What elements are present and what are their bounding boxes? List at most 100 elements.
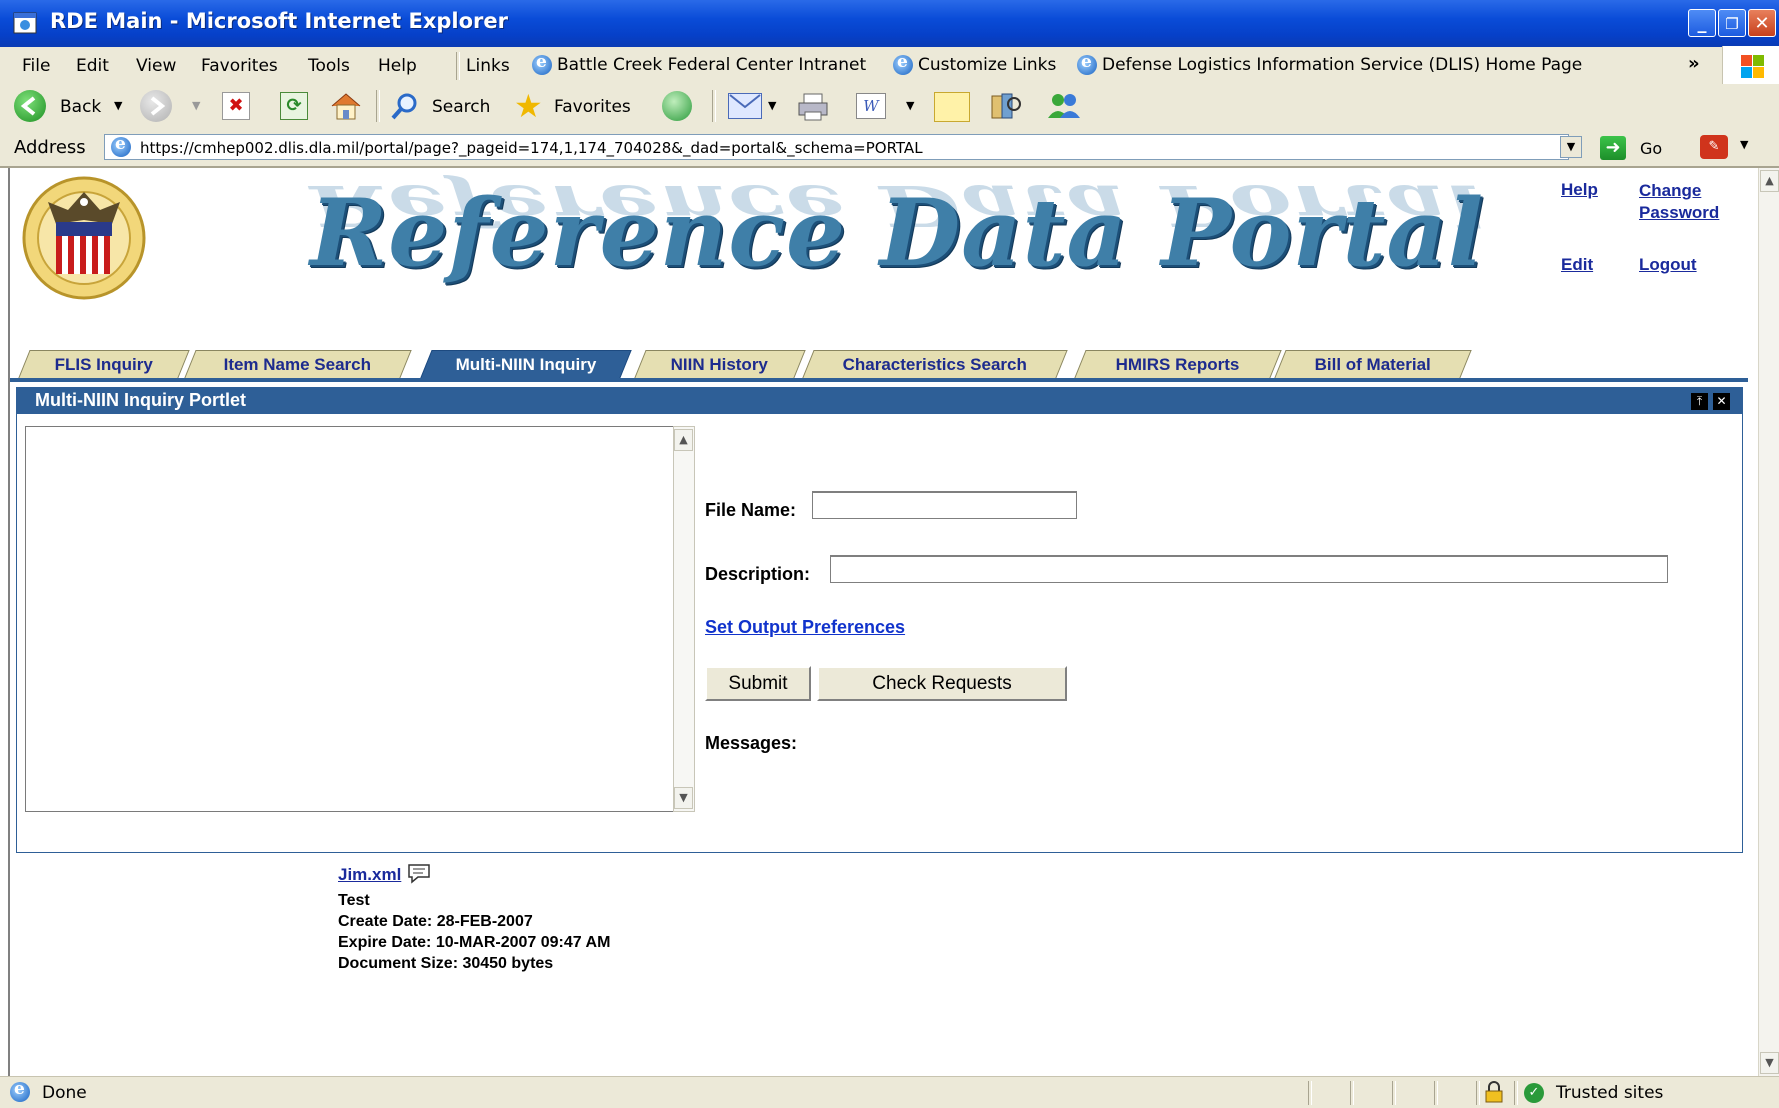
ie-window-icon[interactable] xyxy=(12,10,38,36)
history-icon[interactable] xyxy=(662,91,692,121)
portlet-collapse-icon[interactable]: ⤒ xyxy=(1691,393,1708,410)
submit-button[interactable]: Submit xyxy=(705,666,811,701)
tab-label: HMIRS Reports xyxy=(1115,355,1240,374)
link-dlis-home[interactable]: Defense Logistics Information Service (D… xyxy=(1077,52,1583,75)
textarea-scrollbar[interactable]: ▲ ▼ xyxy=(673,426,695,812)
acrobat-icon[interactable]: ✎ xyxy=(1700,135,1728,159)
check-requests-button[interactable]: Check Requests xyxy=(817,666,1067,701)
tab-underline xyxy=(10,378,1748,382)
description-input[interactable] xyxy=(830,555,1668,583)
favorites-star-icon[interactable]: ★ xyxy=(514,89,550,123)
scroll-down-icon[interactable]: ▼ xyxy=(1760,1052,1779,1074)
status-text: Done xyxy=(42,1083,87,1103)
forward-dropdown-icon[interactable]: ▼ xyxy=(192,99,200,112)
windows-logo-icon xyxy=(1722,46,1779,84)
dla-seal-logo xyxy=(22,176,146,300)
back-label[interactable]: Back xyxy=(60,97,101,117)
divider xyxy=(712,90,716,122)
ie-page-icon xyxy=(111,134,131,157)
restore-button[interactable]: ❐ xyxy=(1718,9,1746,37)
tab-characteristics-search[interactable]: Characteristics Search xyxy=(802,350,1068,378)
tab-bill-of-material[interactable]: Bill of Material xyxy=(1274,350,1472,378)
tab-flis-inquiry[interactable]: FLIS Inquiry xyxy=(18,350,190,378)
link-label: Battle Creek Federal Center Intranet xyxy=(557,55,867,75)
links-overflow-chevron-icon[interactable]: » xyxy=(1688,53,1700,74)
menu-view[interactable]: View xyxy=(136,56,176,76)
edit-dropdown-icon[interactable]: ▼ xyxy=(906,99,914,112)
search-icon[interactable] xyxy=(390,91,420,121)
divider xyxy=(1308,1081,1312,1105)
document-description: Test xyxy=(338,892,370,909)
link-label: Defense Logistics Information Service (D… xyxy=(1102,55,1583,75)
portlet-title: Multi-NIIN Inquiry Portlet xyxy=(35,390,246,410)
tab-label: Multi-NIIN Inquiry xyxy=(455,355,596,374)
home-icon[interactable] xyxy=(328,90,364,122)
go-button[interactable]: Go xyxy=(1640,139,1662,158)
menu-file[interactable]: File xyxy=(22,56,50,76)
tab-label: Item Name Search xyxy=(223,355,372,374)
menu-tools[interactable]: Tools xyxy=(308,56,350,76)
research-icon[interactable] xyxy=(988,90,1024,122)
page-scrollbar[interactable]: ▲ ▼ xyxy=(1758,168,1779,1076)
go-arrow-icon[interactable]: ➜ xyxy=(1600,136,1626,160)
set-output-preferences-link[interactable]: Set Output Preferences xyxy=(705,617,905,638)
ie-page-icon xyxy=(893,52,913,75)
niin-list-textarea[interactable] xyxy=(25,426,693,812)
search-label[interactable]: Search xyxy=(432,97,490,117)
document-create-date: Create Date: 28-FEB-2007 xyxy=(338,913,533,930)
messenger-icon[interactable] xyxy=(1044,90,1084,122)
standard-toolbar: Back ▼ ▼ ✖ ⟳ Search ★ Favorites ▼ W ▼ xyxy=(0,84,1779,129)
divider xyxy=(1476,1081,1480,1105)
document-file-link[interactable]: Jim.xml xyxy=(338,865,401,884)
print-icon[interactable] xyxy=(796,92,832,122)
acrobat-dropdown-icon[interactable]: ▼ xyxy=(1740,138,1748,151)
links-label[interactable]: Links xyxy=(466,56,510,76)
favorites-label[interactable]: Favorites xyxy=(554,97,631,117)
discuss-icon[interactable] xyxy=(934,92,970,122)
tab-item-name-search[interactable]: Item Name Search xyxy=(184,350,412,378)
portlet-close-icon[interactable]: ✕ xyxy=(1713,393,1730,410)
window-title: RDE Main - Microsoft Internet Explorer xyxy=(50,9,509,33)
edit-link[interactable]: Edit xyxy=(1561,255,1593,275)
scroll-up-icon[interactable]: ▲ xyxy=(1760,170,1779,192)
lock-icon[interactable] xyxy=(1484,1081,1504,1103)
tab-niin-history[interactable]: NIIN History xyxy=(634,350,806,378)
file-name-label: File Name: xyxy=(705,500,797,520)
tab-label: Characteristics Search xyxy=(842,355,1027,374)
address-field[interactable]: https://cmhep002.dlis.dla.mil/portal/pag… xyxy=(104,134,1569,160)
address-dropdown-icon[interactable]: ▼ xyxy=(1560,136,1582,158)
address-bar: Address https://cmhep002.dlis.dla.mil/po… xyxy=(0,128,1779,168)
link-battle-creek[interactable]: Battle Creek Federal Center Intranet xyxy=(532,52,867,75)
link-customize-links[interactable]: Customize Links xyxy=(893,52,1057,75)
help-link[interactable]: Help xyxy=(1561,180,1598,200)
menu-edit[interactable]: Edit xyxy=(76,56,109,76)
link-label: Customize Links xyxy=(918,55,1057,75)
file-name-input[interactable] xyxy=(812,491,1077,519)
mail-icon[interactable] xyxy=(728,93,762,119)
forward-arrow-icon[interactable] xyxy=(140,90,172,122)
comment-bubble-icon[interactable] xyxy=(406,862,432,890)
menu-favorites[interactable]: Favorites xyxy=(201,56,278,76)
menu-help[interactable]: Help xyxy=(378,56,417,76)
status-bar: Done ✓ Trusted sites xyxy=(0,1076,1779,1108)
scroll-down-icon[interactable]: ▼ xyxy=(674,787,693,809)
description-label: Description: xyxy=(705,564,811,584)
stop-icon[interactable]: ✖ xyxy=(222,92,250,120)
mail-dropdown-icon[interactable]: ▼ xyxy=(768,99,776,112)
close-button[interactable]: ✕ xyxy=(1748,9,1776,37)
back-arrow-icon[interactable] xyxy=(14,90,46,122)
divider xyxy=(456,52,460,80)
tab-multi-niin-inquiry[interactable]: Multi-NIIN Inquiry xyxy=(420,350,632,378)
tab-hmirs-reports[interactable]: HMIRS Reports xyxy=(1074,350,1282,378)
logout-link[interactable]: Logout xyxy=(1639,255,1697,275)
scroll-up-icon[interactable]: ▲ xyxy=(674,429,693,451)
word-edit-icon[interactable]: W xyxy=(856,93,886,119)
document-info: Jim.xml Test Create Date: 28-FEB-2007 Ex… xyxy=(338,862,610,974)
back-dropdown-icon[interactable]: ▼ xyxy=(114,99,122,112)
divider xyxy=(1392,1081,1396,1105)
minimize-button[interactable]: _ xyxy=(1688,9,1716,37)
security-zone-label[interactable]: Trusted sites xyxy=(1556,1083,1663,1103)
refresh-icon[interactable]: ⟳ xyxy=(280,92,308,120)
portlet-header: Multi-NIIN Inquiry Portlet ⤒ ✕ xyxy=(17,388,1742,414)
change-password-link[interactable]: Change Password xyxy=(1639,180,1749,224)
